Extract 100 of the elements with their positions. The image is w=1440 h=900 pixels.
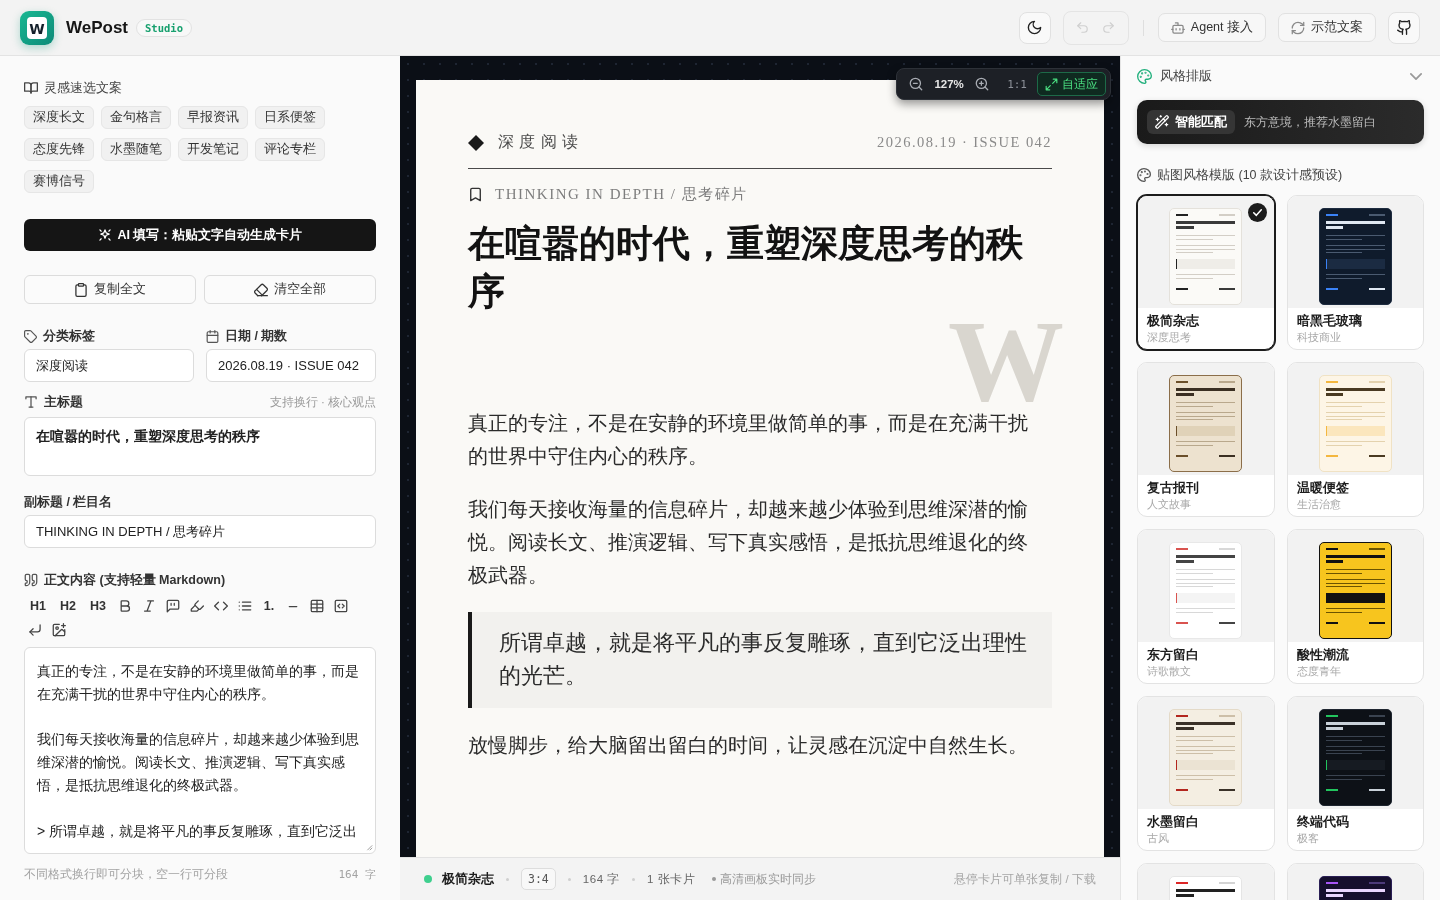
template-name: 酸性潮流 [1296, 647, 1350, 663]
heading-button[interactable]: H3 [84, 594, 112, 618]
preset-chip[interactable]: 赛博信号 [24, 170, 94, 193]
template-name: 水墨留白 [1147, 814, 1200, 830]
template-tag: 态度青年 [1296, 664, 1414, 678]
calendar-icon [206, 329, 219, 343]
github-button[interactable] [1388, 11, 1420, 44]
preset-chip[interactable]: 早报资讯 [178, 106, 248, 129]
theme-toggle-button[interactable] [1018, 11, 1051, 44]
template-tag: 人文故事 [1147, 497, 1265, 511]
palette-icon [1137, 168, 1151, 182]
template-card[interactable]: 水墨留白 古风 [1137, 696, 1275, 851]
word-count: 164 字 [582, 871, 621, 887]
card-paragraph: 我们每天接收海量的信息碎片，却越来越少体验到思维深潜的愉悦。阅读长文、推演逻辑、写下真实感悟，是抵抗思维退化的终极武器。 [468, 497, 1029, 588]
template-card[interactable]: 暗黑毛玻璃 科技商业 [1286, 195, 1424, 350]
clear-all-button[interactable]: 清空全部 [204, 275, 376, 304]
template-name: 温暖便签 [1296, 480, 1350, 496]
book-icon [24, 81, 38, 95]
editor-paragraph: > 所谓卓越，就是将平凡的事反复雕琢，直到它泛出 [37, 821, 359, 841]
body-textarea[interactable]: 真正的专注，不是在安静的环境里做简单的事，而是在充满干扰的世界中守住内心的秩序。 我们每天接收海量的信息碎片，却越来越少体验到思维深潜的愉悦。阅读长文、推演逻辑、写下真实感悟，是抵抗思维退化的终极武器。 > 所谓卓越，就是将平凡的事反复雕琢，直到它泛出 [24, 647, 376, 854]
ratio-badge: 3:4 [521, 868, 556, 890]
subtitle-input[interactable]: THINKING IN DEPTH / 思考碎片 [24, 515, 376, 548]
sparkle-icon [97, 228, 112, 242]
hover-hint: 悬停卡片可单张复制 / 下载 [954, 871, 1096, 887]
numbered-list-button[interactable]: 1. [258, 594, 280, 618]
enter-arrow-icon [28, 623, 42, 637]
template-tag: 生活治愈 [1296, 497, 1414, 511]
template-card[interactable]: 东方留白 诗歌散文 [1137, 529, 1275, 684]
code-square-icon [334, 599, 348, 613]
zoom-in-icon [975, 77, 990, 91]
template-card[interactable]: 终端代码 极客 [1286, 696, 1424, 851]
category-input[interactable]: 深度阅读 [24, 349, 194, 382]
preset-chip[interactable]: 开发笔记 [178, 138, 248, 161]
template-tag: 科技商业 [1296, 330, 1414, 344]
check-icon [1247, 203, 1267, 222]
magic-wand-icon [1155, 115, 1169, 129]
table-icon [310, 599, 324, 613]
tag-icon [24, 329, 37, 343]
italic-icon [142, 599, 156, 613]
app-logo: W [20, 10, 54, 45]
heading-button[interactable]: H2 [54, 594, 82, 618]
speech-bubble-icon [166, 599, 180, 613]
card-date: 2026.08.19 · ISSUE 042 [877, 134, 1052, 151]
clipboard-icon [74, 282, 88, 297]
preset-chip[interactable]: 金句格言 [101, 106, 171, 129]
preset-chip[interactable]: 态度先锋 [24, 138, 94, 161]
title-textarea[interactable]: 在喧嚣的时代，重塑深度思考的秩序 [24, 417, 376, 476]
agent-button[interactable]: Agent 接入 [1157, 13, 1266, 42]
image-plus-icon [52, 623, 66, 637]
section-title: 贴图风格模版 (10 款设计感预设) [1157, 166, 1343, 184]
heading-button[interactable]: H1 [24, 594, 52, 618]
ai-fill-button[interactable]: AI 填写：粘贴文字自动生成卡片 [24, 219, 376, 251]
eraser-icon [254, 282, 268, 297]
redo-icon [1102, 21, 1116, 34]
refresh-icon [1291, 20, 1305, 35]
card-title: 在喧嚣的时代，重塑深度思考的秩序 [468, 222, 1024, 314]
diamond-icon [468, 134, 484, 151]
bold-icon [118, 599, 132, 613]
template-name: 东方留白 [1147, 647, 1200, 663]
preset-chip[interactable]: 深度长文 [24, 106, 94, 129]
preset-chip[interactable]: 水墨随笔 [101, 138, 171, 161]
field-label: 主标题 [44, 393, 83, 411]
word-count: 164 字 [338, 866, 376, 882]
template-tag: 诗歌散文 [1147, 664, 1265, 678]
app-name: WePost [66, 17, 129, 38]
chevron-down-icon[interactable] [1410, 72, 1422, 80]
robot-icon [1170, 20, 1185, 35]
card-count: 1 张卡片 [647, 871, 696, 887]
copy-all-button[interactable]: 复制全文 [24, 275, 196, 304]
editor-hint: 不同格式换行即可分块，空一行可分段 [24, 866, 228, 882]
template-card[interactable]: 温暖便签 生活治愈 [1286, 362, 1424, 517]
template-tag: 深度思考 [1147, 330, 1265, 344]
resize-handle-icon[interactable] [365, 843, 373, 851]
minus-icon [288, 604, 298, 608]
smart-match-button[interactable]: 智能匹配 [1147, 110, 1235, 134]
zoom-level: 127% [933, 78, 965, 90]
fit-button[interactable]: 自适应 [1037, 72, 1106, 96]
template-card[interactable]: 酸性潮流 态度青年 [1286, 529, 1424, 684]
card-paragraph: 真正的专注，不是在安静的环境里做简单的事，而是在充满干扰的世界中守住内心的秩序。 [468, 411, 1029, 469]
template-card[interactable]: 极简杂志 深度思考 [1137, 195, 1275, 350]
quote-icon [24, 573, 38, 587]
template-name: 暗黑毛玻璃 [1296, 313, 1363, 329]
preset-chip[interactable]: 日系便签 [255, 106, 325, 129]
editor-paragraph: 我们每天接收海量的信息碎片，却越来越少体验到思维深潜的愉悦。阅读长文、推演逻辑、写下真实感悟，是抵抗思维退化的终极武器。 [37, 730, 360, 795]
date-input[interactable]: 2026.08.19 · ISSUE 042 [206, 349, 376, 382]
template-card[interactable]: 复古报刊 人文故事 [1137, 362, 1275, 517]
field-label: 正文内容 (支持轻量 Markdown) [44, 571, 226, 589]
zoom-out-icon [909, 77, 924, 91]
code-icon [214, 599, 228, 613]
bookmark-icon [468, 186, 483, 202]
card-category: 深度阅读 [498, 132, 584, 152]
preset-chip[interactable]: 评论专栏 [255, 138, 325, 161]
sync-status: 高清画板实时同步 [719, 871, 816, 887]
demo-text-button[interactable]: 示范文案 [1278, 13, 1376, 42]
actual-size-button[interactable]: 1:1 [1003, 72, 1031, 96]
github-icon [1396, 20, 1412, 35]
section-title: 灵感速选文案 [44, 79, 122, 97]
card-quote: 所谓卓越，就是将平凡的事反复雕琢，直到它泛出理性的光芒。 [468, 612, 1052, 708]
highlighter-icon [190, 599, 204, 613]
text-icon [24, 395, 38, 409]
